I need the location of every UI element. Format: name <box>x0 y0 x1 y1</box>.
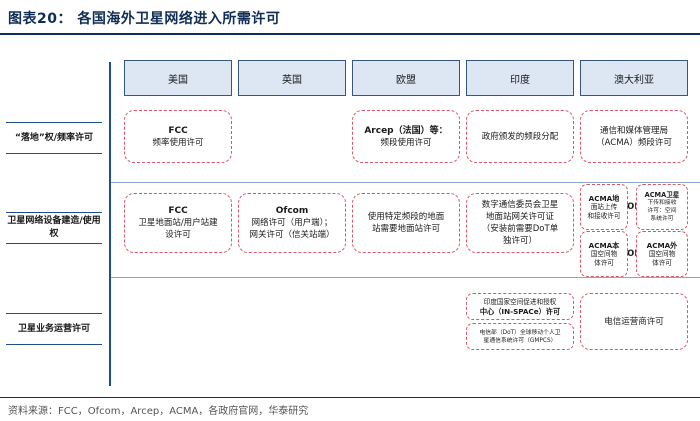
australia-landing-license: 通信和媒体管理局 （ACMA）频段许可 <box>580 110 688 163</box>
us-equipment-license: FCC 卫星地面站/用户站建 设许可 <box>124 193 232 253</box>
uk-equipment-license: Ofcom 网络许可（用户端）； 网关许可（信关站端） <box>238 193 346 253</box>
india-landing-license: 政府颁发的频段分配 <box>466 110 574 163</box>
us-landing-license: FCC 频率使用许可 <box>124 110 232 163</box>
column-header-australia: 澳大利亚 <box>580 60 688 96</box>
row-label-landing-rights: “落地”权/频率许可 <box>6 122 102 154</box>
row-divider <box>111 277 700 278</box>
australia-foreign-space-object-license: ACMA外 国空间物 体许可 <box>636 231 688 277</box>
australia-space-system-license: ACMA卫星 下传和接收 许可：空间 系统许可 <box>636 184 688 230</box>
title-divider <box>0 33 700 35</box>
figure-title: 图表20： 各国海外卫星网络进入所需许可 <box>8 11 281 27</box>
row-label-equipment-rights: 卫星网络设备建造/使用权 <box>6 212 102 244</box>
column-header-us: 美国 <box>124 60 232 96</box>
source-note: 资料来源：FCC，Ofcom，Arcep，ACMA，各政府官网，华泰研究 <box>8 406 309 417</box>
vertical-axis <box>109 62 111 386</box>
australia-carrier-license: 电信运营商许可 <box>580 293 688 350</box>
australia-ground-station-license: ACMA地 面站上传 和接收许可 <box>580 184 628 230</box>
column-header-eu: 欧盟 <box>352 60 460 96</box>
india-equipment-license: 数字通信委员会卫星 地面站网关许可证 （安装前需要DoT单 独许可） <box>466 193 574 253</box>
eu-landing-license: Arcep（法国）等： 频段使用许可 <box>352 110 460 163</box>
row-label-operation-license: 卫星业务运营许可 <box>6 313 102 345</box>
column-header-india: 印度 <box>466 60 574 96</box>
india-inspace-license: 印度国家空间促进和授权 中心（IN-SPACe）许可 <box>466 293 574 320</box>
india-gmpcs-license: 电信部（DoT）全球移动个人卫 星通信系统许可（GMPCS） <box>466 323 574 350</box>
row-divider <box>111 182 700 183</box>
column-header-uk: 英国 <box>238 60 346 96</box>
eu-equipment-license: 使用特定频段的地面 站需要地面站许可 <box>352 193 460 253</box>
australia-domestic-space-object-license: ACMA本 国空间物 体许可 <box>580 231 628 277</box>
footer-divider <box>0 397 700 398</box>
